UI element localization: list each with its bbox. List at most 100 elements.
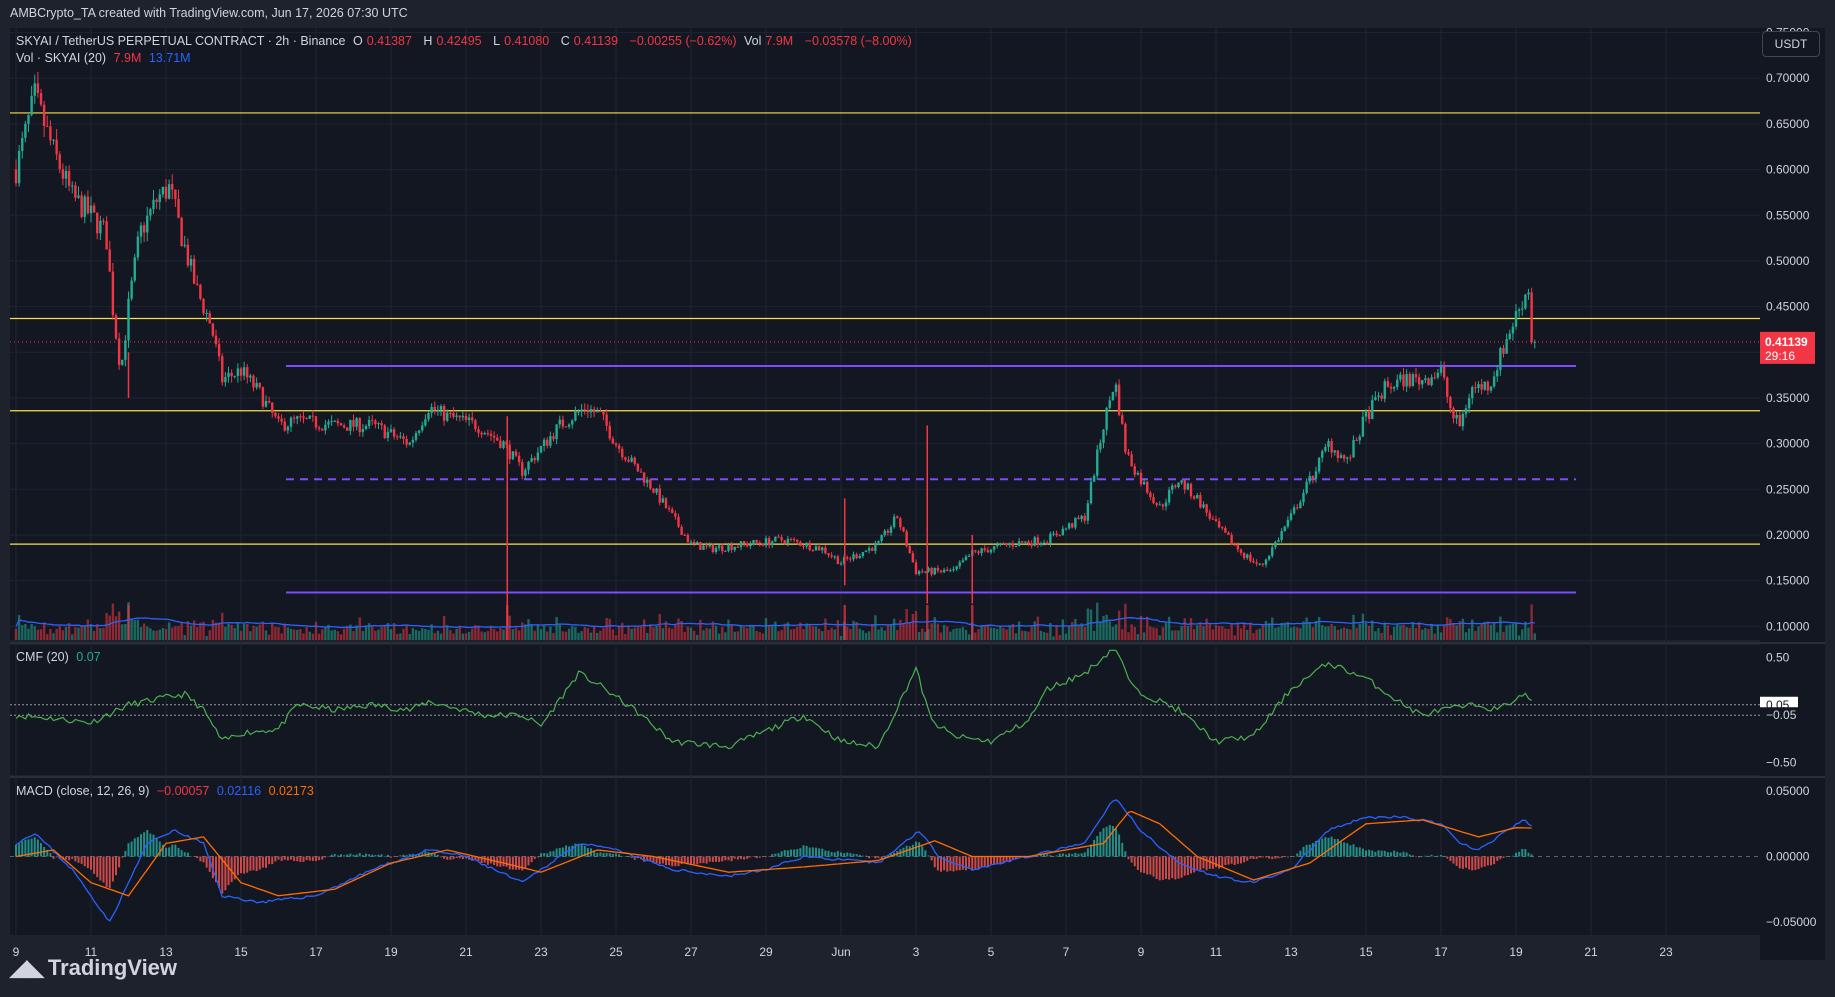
candle-body — [330, 421, 333, 423]
candle-body — [771, 541, 774, 546]
macd-hist-bar — [508, 856, 511, 870]
cmf-title[interactable]: CMF (20) — [16, 650, 69, 664]
candle-body — [1292, 507, 1296, 514]
volume-bar — [317, 633, 321, 640]
candle-body — [686, 535, 690, 543]
candle-body — [1139, 472, 1143, 485]
volume-bar — [1217, 625, 1221, 640]
volume-bar — [849, 628, 852, 640]
macd-title[interactable]: MACD (close, 12, 26, 9) — [16, 784, 149, 798]
candle-body — [858, 556, 861, 559]
volume-title[interactable]: Vol · SKYAI (20) — [16, 51, 106, 65]
volume-bar — [871, 623, 874, 640]
macd-hist-bar — [343, 855, 346, 857]
volume-bar — [506, 605, 509, 640]
macd-hist-bar — [1096, 836, 1099, 857]
candle-body — [299, 416, 302, 418]
candle-body — [449, 412, 452, 414]
macd-hist-bar — [577, 843, 580, 857]
candle-body — [1436, 372, 1440, 378]
volume-bar — [764, 618, 768, 640]
candle-body — [1080, 515, 1083, 520]
macd-hist-bar — [843, 853, 846, 857]
candle-body — [1280, 531, 1283, 540]
volume-bar — [1383, 622, 1386, 640]
macd-hist-bar — [665, 856, 667, 866]
candle-body — [111, 271, 115, 316]
volume-bar — [1461, 618, 1465, 640]
volume-bar — [1305, 617, 1308, 640]
macd-hist-bar — [915, 841, 917, 857]
volume-bar — [358, 617, 361, 640]
candle-body — [1067, 523, 1071, 529]
macd-hist-bar — [349, 853, 352, 857]
tradingview-logo[interactable]: ◢◣ TradingView — [10, 955, 177, 981]
candle-body — [1255, 562, 1258, 564]
volume-bar — [364, 625, 368, 640]
volume-bar — [492, 628, 496, 640]
candle-body — [1302, 492, 1305, 503]
chart-stage: 0.750000.700000.650000.600000.550000.500… — [0, 0, 1835, 997]
candle-body — [246, 367, 249, 378]
y-tick-label: 0.30000 — [1766, 437, 1810, 451]
volume-bar — [258, 624, 261, 640]
volume-bar — [833, 629, 836, 640]
candle-body — [1511, 326, 1515, 334]
volume-bar — [617, 625, 621, 640]
currency-button[interactable]: USDT — [1762, 31, 1820, 57]
volume-bar — [142, 623, 146, 640]
macd-hist-bar — [40, 843, 42, 857]
macd-hist-bar — [321, 856, 324, 860]
x-tick-label: Jun — [831, 945, 850, 959]
candle-body — [1349, 457, 1352, 459]
candle-body — [314, 416, 318, 428]
candle-body — [664, 498, 668, 509]
candle-body — [46, 126, 49, 128]
macd-hist-bar — [355, 854, 358, 857]
candle-body — [561, 419, 565, 427]
volume-bar — [533, 630, 536, 640]
macd-hist-bar — [227, 856, 230, 886]
macd-hist-bar — [996, 856, 999, 864]
volume-bar — [380, 626, 383, 640]
candle-body — [21, 137, 24, 151]
volume-bar — [111, 603, 115, 640]
candle-body — [864, 550, 868, 553]
candle-body — [658, 488, 661, 503]
candle-body — [983, 548, 986, 551]
volume-bar — [1533, 633, 1536, 640]
volume-bar — [58, 626, 61, 640]
macd-hist-bar — [740, 856, 742, 860]
ohlc-open: O 0.41387 — [353, 34, 412, 48]
candle-body — [1174, 485, 1177, 488]
x-tick-label: 3 — [913, 945, 920, 959]
candle-body — [1239, 549, 1243, 553]
candle-body — [321, 428, 324, 431]
volume-bar — [189, 625, 193, 640]
candle-body — [1055, 533, 1058, 536]
chart-canvas[interactable]: 0.750000.700000.650000.600000.550000.500… — [0, 0, 1835, 997]
volume-bar — [724, 632, 727, 640]
volume-bar — [339, 634, 343, 640]
volume-bar — [571, 626, 574, 640]
symbol-name[interactable]: SKYAI / TetherUS PERPETUAL CONTRACT · 2h… — [16, 34, 346, 48]
macd-hist-bar — [1440, 854, 1442, 857]
macd-hist-bar — [83, 856, 86, 867]
x-tick-label: 25 — [609, 945, 623, 959]
candle-body — [164, 186, 168, 199]
candle-body — [764, 538, 768, 546]
candle-body — [342, 425, 346, 428]
macd-hist-bar — [696, 856, 699, 865]
candle-body — [1258, 563, 1261, 565]
candle-body — [589, 409, 593, 413]
x-tick-label: 19 — [1509, 945, 1523, 959]
macd-hist-bar — [1496, 856, 1499, 861]
macd-hist-bar — [790, 849, 792, 857]
macd-hist-bar — [946, 856, 949, 872]
candle-body — [558, 419, 561, 425]
candle-body — [274, 412, 277, 417]
macd-hist-bar — [977, 856, 980, 870]
volume-bar — [424, 628, 427, 640]
macd-hist-bar — [855, 854, 858, 857]
volume-bar — [1064, 633, 1068, 640]
